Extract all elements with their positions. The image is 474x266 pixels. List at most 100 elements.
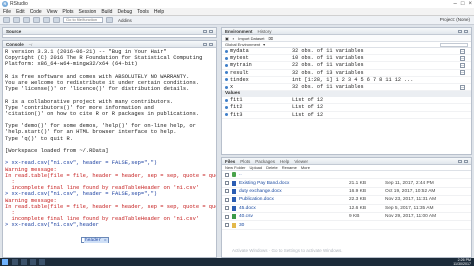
menu-help[interactable]: Help bbox=[154, 9, 164, 15]
autocomplete-item[interactable]: header = bbox=[84, 238, 108, 243]
view-table-icon[interactable] bbox=[460, 55, 465, 61]
view-table-icon[interactable] bbox=[460, 62, 465, 68]
expand-data-icon[interactable] bbox=[225, 71, 228, 75]
expand-list-icon[interactable] bbox=[225, 105, 228, 109]
environment-row[interactable]: fit2 List of 12 bbox=[222, 104, 471, 112]
file-name-link[interactable]: Publication.docx bbox=[239, 197, 349, 202]
print-icon[interactable] bbox=[53, 17, 60, 23]
view-table-icon[interactable] bbox=[460, 48, 465, 54]
workspace-panes-icon[interactable] bbox=[106, 17, 113, 23]
environment-row[interactable]: mytest 10 obs. of 11 variables bbox=[222, 55, 471, 63]
file-row[interactable]: Existing Pay Band.docx 21.1 KB Sep 11, 201… bbox=[222, 179, 471, 188]
maximize-pane-icon[interactable] bbox=[209, 29, 213, 33]
new-folder-button[interactable]: New Folder bbox=[225, 165, 245, 170]
broom-icon[interactable]: ⌧ bbox=[268, 36, 273, 41]
import-dataset-button[interactable]: Import Dataset bbox=[238, 36, 264, 41]
expand-data-icon[interactable] bbox=[225, 49, 228, 53]
tab-plots[interactable]: Plots bbox=[240, 159, 250, 164]
file-row[interactable]: 30 bbox=[222, 221, 471, 230]
file-checkbox[interactable] bbox=[225, 206, 229, 211]
file-checkbox[interactable] bbox=[225, 223, 229, 228]
file-name-link[interactable]: Existing Pay Band.docx bbox=[239, 181, 349, 186]
rstudio-taskbar-icon[interactable] bbox=[30, 259, 36, 265]
addins-menu[interactable]: Addins bbox=[118, 18, 132, 23]
file-checkbox[interactable] bbox=[225, 197, 229, 202]
environment-row[interactable]: x 32 obs. of 11 variables bbox=[222, 84, 471, 92]
close-icon[interactable]: × bbox=[468, 0, 472, 8]
file-name-link[interactable]: 30 bbox=[239, 223, 349, 228]
menu-debug[interactable]: Debug bbox=[117, 9, 132, 15]
menu-code[interactable]: Code bbox=[30, 9, 42, 15]
file-row[interactable]: 45.docx 12.6 KB Sep 5, 2017, 11:35 AM bbox=[222, 205, 471, 213]
more-menu[interactable]: More bbox=[301, 165, 310, 170]
expand-data-icon[interactable] bbox=[225, 78, 228, 82]
expand-data-icon[interactable] bbox=[225, 56, 228, 60]
minimize-pane-icon[interactable] bbox=[458, 159, 462, 163]
file-explorer-icon[interactable] bbox=[12, 259, 18, 265]
source-pane-title[interactable]: Source bbox=[6, 29, 21, 34]
file-checkbox[interactable] bbox=[225, 172, 229, 177]
environment-row[interactable]: tindex int [1:28, 1] 1 2 3 4 5 6 7 8 11 1… bbox=[222, 77, 471, 84]
menu-plots[interactable]: Plots bbox=[62, 9, 73, 15]
goto-file-input[interactable]: Go to file/function bbox=[63, 17, 103, 23]
project-menu[interactable]: Project: (None) bbox=[440, 17, 470, 22]
tab-environment[interactable]: Environment bbox=[225, 29, 253, 34]
environment-row[interactable]: mydata 32 obs. of 11 variables bbox=[222, 48, 471, 56]
tab-packages[interactable]: Packages bbox=[255, 159, 275, 164]
file-name-link[interactable]: duty exchange.docx bbox=[239, 189, 349, 194]
upload-button[interactable]: Upload bbox=[249, 165, 262, 170]
minimize-icon[interactable]: – bbox=[454, 0, 457, 8]
tab-files[interactable]: Files bbox=[225, 159, 235, 164]
view-table-icon[interactable] bbox=[460, 70, 465, 76]
rename-button[interactable]: Rename bbox=[282, 165, 297, 170]
menu-session[interactable]: Session bbox=[79, 9, 97, 15]
new-file-icon[interactable] bbox=[3, 17, 10, 23]
file-row[interactable]: duty exchange.docx 16.9 KB Oct 19, 2017, 1… bbox=[222, 188, 471, 197]
tab-viewer[interactable]: Viewer bbox=[294, 159, 308, 164]
environment-row[interactable]: fit1 List of 12 bbox=[222, 97, 471, 105]
menu-view[interactable]: View bbox=[47, 9, 58, 15]
file-name-link[interactable]: 45.docx bbox=[239, 206, 349, 211]
maximize-pane-icon[interactable] bbox=[464, 159, 468, 163]
minimize-pane-icon[interactable] bbox=[203, 29, 207, 33]
environment-row[interactable]: result 32 obs. of 13 variables bbox=[222, 70, 471, 77]
tab-history[interactable]: History bbox=[258, 29, 272, 34]
menu-tools[interactable]: Tools bbox=[137, 9, 149, 15]
file-checkbox[interactable] bbox=[225, 189, 229, 194]
menu-edit[interactable]: Edit bbox=[16, 9, 25, 15]
maximize-icon[interactable]: □ bbox=[461, 0, 465, 8]
minimize-pane-icon[interactable] bbox=[203, 42, 207, 46]
file-row[interactable]: Publication.docx 22.3 KB Nov 23, 2017, 11:… bbox=[222, 196, 471, 205]
minimize-pane-icon[interactable] bbox=[458, 29, 462, 33]
menu-build[interactable]: Build bbox=[101, 9, 112, 15]
tab-help[interactable]: Help bbox=[280, 159, 289, 164]
expand-list-icon[interactable] bbox=[225, 98, 228, 102]
file-name-link[interactable]: 40.csv bbox=[239, 214, 349, 219]
global-environment-dropdown[interactable]: Global Environment bbox=[225, 42, 260, 47]
maximize-pane-icon[interactable] bbox=[464, 29, 468, 33]
console-output[interactable]: R version 3.3.1 (2016-06-21) -- "Bug in … bbox=[3, 48, 216, 257]
save-icon[interactable] bbox=[33, 17, 40, 23]
autocomplete-popup[interactable]: header = bbox=[81, 237, 109, 243]
delete-button[interactable]: Delete bbox=[266, 165, 278, 170]
browser-icon[interactable] bbox=[21, 259, 27, 265]
environment-row[interactable]: fit3 List of 12 bbox=[222, 112, 471, 119]
new-project-icon[interactable] bbox=[13, 17, 20, 23]
expand-list-icon[interactable] bbox=[225, 113, 228, 117]
open-icon[interactable]: ▣ bbox=[225, 36, 229, 41]
save-all-icon[interactable] bbox=[43, 17, 50, 23]
file-name-link[interactable]: .. bbox=[239, 172, 349, 177]
open-file-icon[interactable] bbox=[23, 17, 30, 23]
maximize-pane-icon[interactable] bbox=[209, 42, 213, 46]
environment-row[interactable]: mytrain 22 obs. of 11 variables bbox=[222, 62, 471, 70]
working-directory-label[interactable]: ~/ bbox=[29, 42, 32, 47]
file-row[interactable]: .. bbox=[222, 171, 471, 180]
expand-data-icon[interactable] bbox=[225, 63, 228, 67]
file-checkbox[interactable] bbox=[225, 214, 229, 219]
expand-data-icon[interactable] bbox=[225, 85, 228, 89]
word-icon[interactable] bbox=[39, 259, 45, 265]
console-pane-title[interactable]: Console bbox=[6, 42, 24, 47]
file-row[interactable]: 40.csv 9 KB Nov 29, 2017, 11:00 AM bbox=[222, 213, 471, 222]
chevron-down-icon[interactable]: ▾ bbox=[263, 42, 265, 47]
environment-search-input[interactable] bbox=[440, 42, 468, 47]
